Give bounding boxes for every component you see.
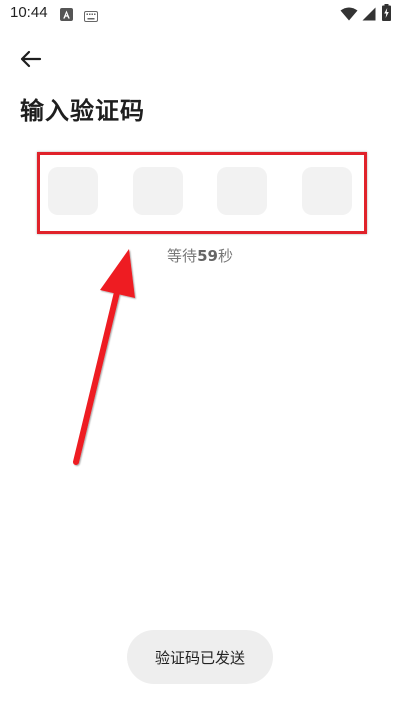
arrow-left-icon	[20, 50, 42, 68]
back-button[interactable]	[14, 45, 48, 73]
toast-text: 验证码已发送	[154, 648, 245, 667]
status-bar: 10:44	[0, 0, 400, 26]
wifi-icon	[340, 6, 358, 25]
countdown-suffix: 秒	[217, 247, 233, 265]
countdown-seconds: 59	[197, 247, 218, 265]
toast-message: 验证码已发送	[127, 630, 273, 684]
keyboard-icon	[84, 7, 98, 26]
verification-screen: 10:44 输入验证码 等待59秒 验证码已发送	[0, 0, 400, 711]
status-time: 10:44	[10, 4, 48, 21]
battery-charging-icon	[382, 4, 391, 25]
assistant-a-icon	[60, 6, 73, 25]
highlight-frame	[37, 152, 367, 234]
countdown-prefix: 等待	[167, 247, 198, 265]
signal-icon	[362, 6, 376, 25]
countdown-text: 等待59秒	[0, 245, 400, 266]
page-title: 输入验证码	[20, 97, 145, 125]
